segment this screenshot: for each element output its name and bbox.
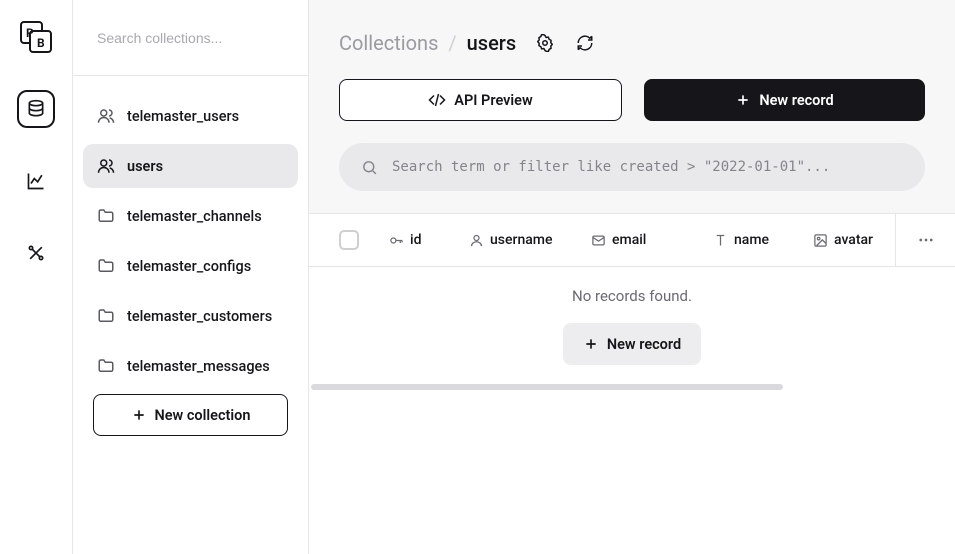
svg-text:P: P: [26, 26, 34, 40]
sidebar-search: [73, 0, 308, 76]
column-username[interactable]: username: [469, 232, 591, 248]
collection-search-input[interactable]: [97, 30, 284, 46]
search-icon: [361, 159, 378, 176]
new-record-button[interactable]: New record: [644, 79, 925, 121]
svg-text:B: B: [37, 36, 45, 50]
new-collection-button[interactable]: New collection: [93, 394, 288, 436]
column-label: name: [734, 232, 769, 248]
refresh-icon: [576, 34, 594, 52]
text-icon: [713, 233, 728, 248]
nav-rail: P B: [0, 0, 73, 554]
app-logo: P B: [17, 18, 55, 56]
logo-icon: P B: [18, 19, 54, 55]
breadcrumb-current: users: [467, 31, 517, 55]
main: Collections / users: [309, 0, 955, 554]
empty-message: No records found.: [309, 287, 955, 305]
select-all-cell: [339, 230, 389, 250]
sidebar: telemaster_users users telemaster_channe…: [73, 0, 309, 554]
sidebar-item-label: users: [127, 158, 163, 175]
sidebar-item-label: telemaster_configs: [127, 258, 251, 275]
filter-bar: [339, 143, 925, 191]
sidebar-item-users[interactable]: users: [83, 144, 298, 188]
mail-icon: [591, 233, 606, 248]
plus-icon: [735, 92, 751, 108]
sidebar-item-label: telemaster_customers: [127, 308, 272, 325]
horizontal-scrollbar[interactable]: [309, 384, 955, 390]
folder-icon: [97, 357, 115, 375]
breadcrumb-row: Collections / users: [339, 31, 925, 55]
main-header: Collections / users: [309, 0, 955, 214]
filter-input[interactable]: [392, 159, 903, 175]
empty-new-record-label: New record: [607, 336, 681, 353]
column-avatar[interactable]: avatar: [813, 232, 893, 248]
collection-settings-button[interactable]: [534, 32, 556, 54]
users-icon: [97, 107, 115, 125]
actions-row: API Preview New record: [339, 79, 925, 121]
folder-icon: [97, 307, 115, 325]
rail-database[interactable]: [17, 90, 55, 128]
more-columns-button[interactable]: [895, 214, 955, 266]
sidebar-item-label: telemaster_users: [127, 108, 239, 125]
scrollbar-track: [309, 384, 955, 390]
sidebar-item-label: telemaster_messages: [127, 358, 270, 375]
sidebar-item-telemaster-users[interactable]: telemaster_users: [83, 94, 298, 138]
code-icon: [428, 91, 446, 109]
sidebar-item-label: telemaster_channels: [127, 208, 262, 225]
table-body: No records found. New record: [309, 267, 955, 554]
rail-tools[interactable]: [17, 234, 55, 272]
user-icon: [469, 233, 484, 248]
sidebar-item-telemaster-customers[interactable]: telemaster_customers: [83, 294, 298, 338]
rail-analytics[interactable]: [17, 162, 55, 200]
api-preview-button[interactable]: API Preview: [339, 79, 622, 121]
breadcrumb-root[interactable]: Collections: [339, 31, 438, 55]
empty-new-record-button[interactable]: New record: [563, 323, 701, 365]
refresh-button[interactable]: [574, 32, 596, 54]
empty-state: No records found. New record: [309, 267, 955, 365]
scrollbar-thumb[interactable]: [311, 384, 783, 390]
new-record-label: New record: [759, 92, 833, 109]
table-header: id username email name avatar: [309, 214, 955, 267]
key-icon: [389, 233, 404, 248]
api-preview-label: API Preview: [454, 92, 532, 109]
select-all-checkbox[interactable]: [339, 230, 359, 250]
folder-icon: [97, 257, 115, 275]
folder-icon: [97, 207, 115, 225]
plus-icon: [583, 336, 599, 352]
column-name[interactable]: name: [713, 232, 813, 248]
breadcrumb: Collections / users: [339, 31, 516, 55]
more-icon: [917, 231, 935, 249]
breadcrumb-separator: /: [448, 31, 456, 55]
column-label: avatar: [834, 232, 873, 248]
column-id[interactable]: id: [389, 232, 469, 248]
column-label: username: [490, 232, 552, 248]
gear-icon: [536, 34, 554, 52]
column-label: id: [410, 232, 421, 248]
column-email[interactable]: email: [591, 232, 713, 248]
collection-list: telemaster_users users telemaster_channe…: [73, 76, 308, 554]
database-icon: [26, 99, 46, 119]
plus-icon: [131, 407, 147, 423]
new-collection-label: New collection: [155, 407, 251, 424]
chart-icon: [26, 171, 46, 191]
column-label: email: [612, 232, 646, 248]
tools-icon: [26, 243, 46, 263]
sidebar-item-telemaster-channels[interactable]: telemaster_channels: [83, 194, 298, 238]
image-icon: [813, 233, 828, 248]
users-icon: [97, 157, 115, 175]
sidebar-item-telemaster-messages[interactable]: telemaster_messages: [83, 344, 298, 388]
sidebar-item-telemaster-configs[interactable]: telemaster_configs: [83, 244, 298, 288]
